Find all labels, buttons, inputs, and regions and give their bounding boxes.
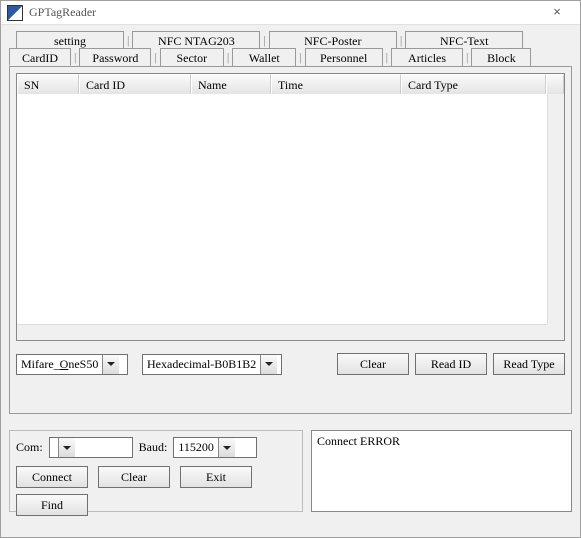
read-id-button[interactable]: Read ID	[415, 353, 487, 375]
tab-articles[interactable]: Articles	[391, 48, 463, 66]
connection-panel: Com: Baud: 115200 Connect Clear Exit Fin…	[9, 430, 303, 512]
status-output: Connect ERROR	[311, 430, 572, 512]
col-card-id[interactable]: Card ID	[79, 74, 191, 94]
scrollbar-vertical[interactable]	[547, 94, 564, 324]
tab-nfc-ntag203[interactable]: NFC NTAG203	[132, 31, 260, 49]
col-end	[546, 74, 564, 94]
com-select[interactable]	[49, 437, 133, 458]
tab-block[interactable]: Block	[471, 48, 531, 66]
col-sn[interactable]: SN	[17, 74, 79, 94]
app-icon	[7, 5, 23, 21]
tab-sector[interactable]: Sector	[160, 48, 224, 66]
card-table: SN Card ID Name Time Card Type	[16, 73, 565, 341]
tab-wallet[interactable]: Wallet	[232, 48, 296, 66]
chevron-down-icon	[102, 355, 119, 374]
scrollbar-horizontal[interactable]	[17, 324, 547, 340]
baud-value: 115200	[174, 440, 218, 455]
tab-setting[interactable]: setting	[16, 31, 124, 49]
card-type-value: Mifare_OneS50	[17, 357, 102, 372]
close-icon[interactable]: ×	[538, 3, 576, 23]
titlebar: GPTagReader ×	[1, 1, 580, 25]
clear-button[interactable]: Clear	[337, 353, 409, 375]
chevron-down-icon	[260, 355, 277, 374]
tab-password[interactable]: Password	[79, 48, 151, 66]
tab-nfc-poster[interactable]: NFC-Poster	[269, 31, 397, 49]
find-button[interactable]: Find	[16, 494, 88, 516]
tab-nfc-text[interactable]: NFC-Text	[405, 31, 523, 49]
clear-conn-button[interactable]: Clear	[98, 466, 170, 488]
chevron-down-icon	[218, 438, 235, 457]
read-type-button[interactable]: Read Type	[493, 353, 565, 375]
tab-cardid[interactable]: CardID	[9, 48, 71, 66]
card-type-select[interactable]: Mifare_OneS50 document.currentScript.pre…	[16, 354, 128, 375]
col-name[interactable]: Name	[191, 74, 271, 94]
baud-select[interactable]: 115200	[173, 437, 257, 458]
window-title: GPTagReader	[29, 5, 96, 20]
tab-personnel[interactable]: Personnel	[305, 48, 383, 66]
format-value: Hexadecimal-B0B1B2	[143, 357, 260, 372]
com-label: Com:	[16, 440, 43, 455]
col-time[interactable]: Time	[271, 74, 401, 94]
chevron-down-icon	[58, 438, 75, 457]
connect-button[interactable]: Connect	[16, 466, 88, 488]
col-card-type[interactable]: Card Type	[401, 74, 546, 94]
format-select[interactable]: Hexadecimal-B0B1B2	[142, 354, 282, 375]
baud-label: Baud:	[139, 440, 168, 455]
exit-button[interactable]: Exit	[180, 466, 252, 488]
